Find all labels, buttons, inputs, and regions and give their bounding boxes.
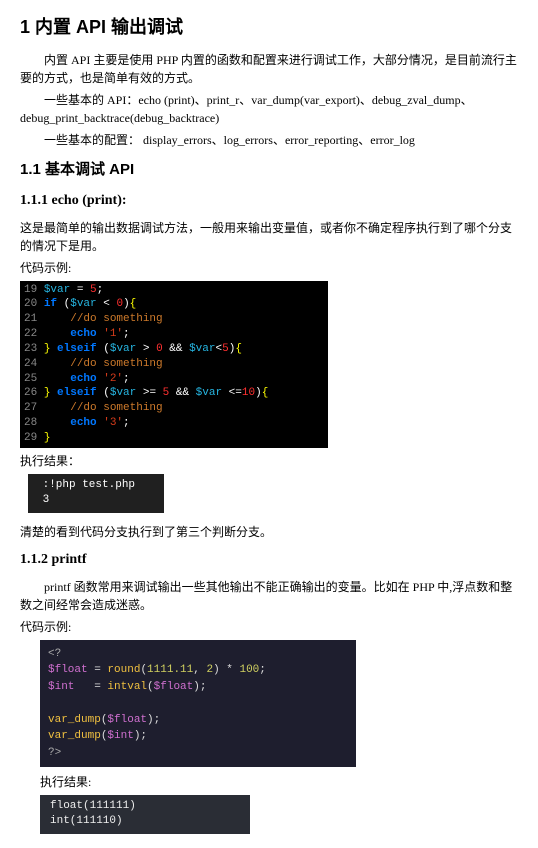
result-block: :!php test.php 3 <box>28 474 164 513</box>
heading-1: 1 内置 API 输出调试 <box>20 14 518 41</box>
paragraph: 执行结果： <box>20 452 518 470</box>
paragraph: 执行结果: <box>40 773 518 791</box>
paragraph: 清楚的看到代码分支执行到了第三个判断分支。 <box>20 523 518 541</box>
heading-2: 1.1 基本调试 API <box>20 159 518 182</box>
paragraph: printf 函数常用来调试输出一些其他输出不能正确输出的变量。比如在 PHP … <box>20 578 518 614</box>
heading-3: 1.1.2 printf <box>20 549 518 570</box>
paragraph: 代码示例: <box>20 618 518 636</box>
code-block-php: <? $float = round(1111.11, 2) * 100; $in… <box>40 640 356 768</box>
paragraph: 这是最简单的输出数据调试方法，一般用来输出变量值，或者你不确定程序执行到了哪个分… <box>20 219 518 255</box>
code-block-php: 19 $var = 5; 20 if ($var < 0){ 21 //do s… <box>20 281 328 448</box>
paragraph: 代码示例: <box>20 259 518 277</box>
paragraph: 内置 API 主要是使用 PHP 内置的函数和配置来进行调试工作，大部分情况，是… <box>20 51 518 87</box>
paragraph: 一些基本的配置： display_errors、log_errors、error… <box>20 131 518 149</box>
heading-3: 1.1.1 echo (print): <box>20 190 518 211</box>
paragraph: 一些基本的 API：echo (print)、print_r、var_dump(… <box>20 91 518 127</box>
result-block: float(111111) int(111110) <box>40 795 250 834</box>
